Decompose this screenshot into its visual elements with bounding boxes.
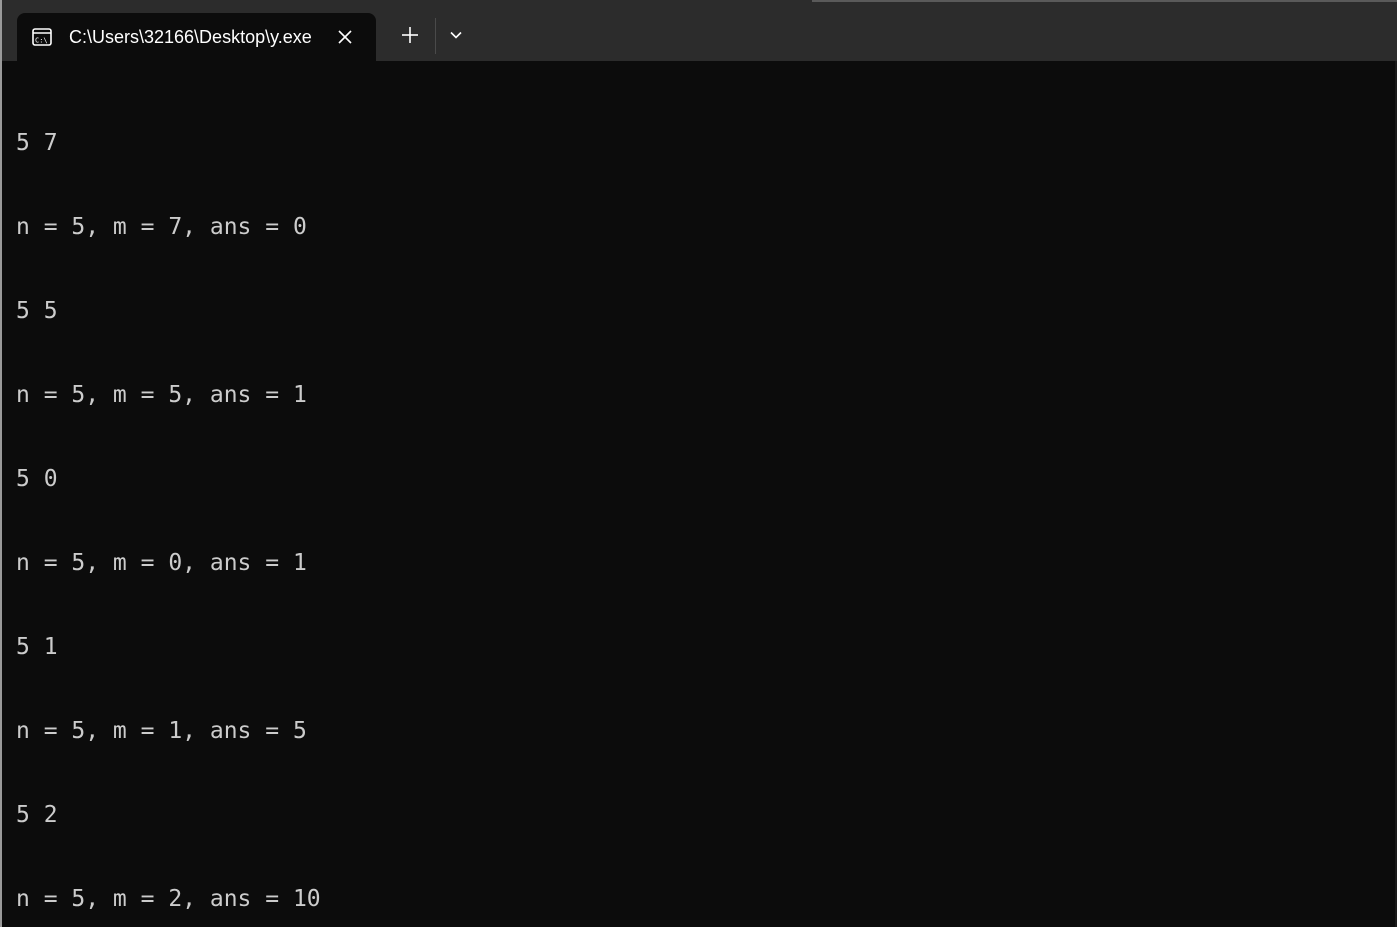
terminal-line: 5 1 (16, 634, 58, 660)
terminal-line: n = 5, m = 2, ans = 10 (16, 886, 321, 912)
tab-dropdown-button[interactable] (440, 20, 472, 54)
terminal-line: n = 5, m = 5, ans = 1 (16, 382, 307, 408)
terminal-output[interactable]: 5 7 n = 5, m = 7, ans = 0 5 5 n = 5, m =… (2, 61, 1397, 927)
console-icon: C:\ (32, 27, 52, 47)
tab-title: C:\Users\32166\Desktop\y.exe (69, 27, 312, 47)
terminal-text: 5 7 n = 5, m = 7, ans = 0 5 5 n = 5, m =… (16, 73, 321, 927)
terminal-line: 5 0 (16, 466, 58, 492)
window-border (0, 0, 2, 927)
plus-icon (401, 26, 419, 49)
terminal-line: 5 5 (16, 298, 58, 324)
chevron-down-icon (449, 28, 463, 47)
terminal-line: n = 5, m = 0, ans = 1 (16, 550, 307, 576)
close-icon[interactable] (333, 25, 357, 49)
title-bar[interactable]: C:\ C:\Users\32166\Desktop\y.exe (0, 0, 1397, 61)
terminal-line: 5 7 (16, 130, 58, 156)
terminal-line: n = 5, m = 1, ans = 5 (16, 718, 307, 744)
new-tab-button[interactable] (392, 20, 428, 54)
title-bar-edge (812, 0, 1397, 2)
terminal-window: C:\ C:\Users\32166\Desktop\y.exe 5 7 n =… (0, 0, 1397, 927)
tab-separator (435, 18, 436, 54)
terminal-line: 5 2 (16, 802, 58, 828)
terminal-line: n = 5, m = 7, ans = 0 (16, 214, 307, 240)
tab-active[interactable]: C:\ C:\Users\32166\Desktop\y.exe (17, 13, 376, 61)
svg-text:C:\: C:\ (35, 37, 48, 45)
